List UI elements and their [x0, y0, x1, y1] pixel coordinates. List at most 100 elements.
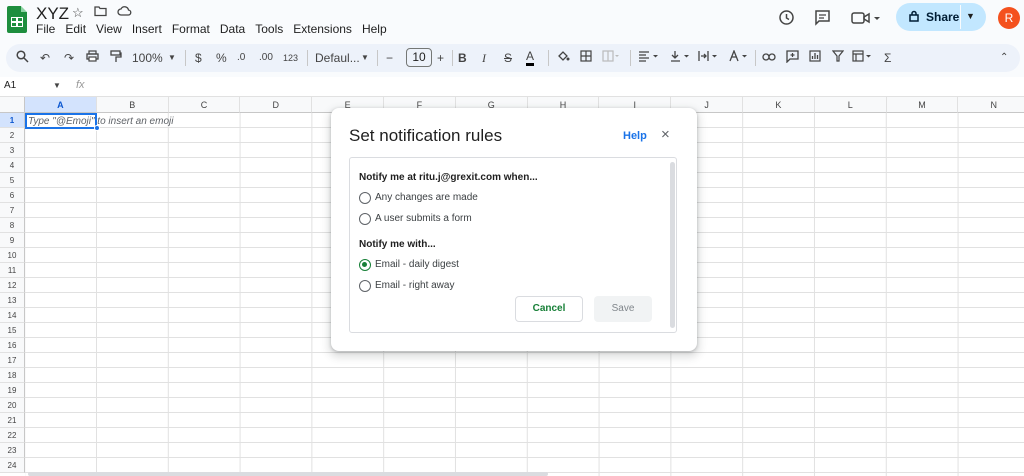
italic-button[interactable]: I	[482, 50, 486, 66]
column-header-l[interactable]: L	[814, 97, 887, 113]
radio-daily-digest[interactable]	[359, 259, 371, 271]
text-color-button[interactable]: A	[526, 50, 535, 66]
menu-help[interactable]: Help	[362, 22, 393, 36]
move-folder-icon[interactable]	[94, 5, 107, 21]
menu-insert[interactable]: Insert	[132, 22, 168, 36]
strikethrough-button[interactable]: S	[504, 50, 512, 66]
document-title[interactable]: XYZ	[36, 4, 69, 24]
vertical-align-icon[interactable]	[670, 50, 692, 66]
horizontal-scrollbar[interactable]	[28, 472, 548, 476]
font-size-increase-button[interactable]: +	[437, 50, 444, 66]
search-menus-icon[interactable]	[16, 50, 29, 66]
column-header-c[interactable]: C	[168, 97, 241, 113]
menu-edit[interactable]: Edit	[65, 22, 92, 36]
row-header-16[interactable]: 16	[0, 338, 25, 353]
row-header-12[interactable]: 12	[0, 278, 25, 293]
row-header-5[interactable]: 5	[0, 173, 25, 188]
row-header-14[interactable]: 14	[0, 308, 25, 323]
cancel-button[interactable]: Cancel	[515, 296, 583, 322]
share-button[interactable]: Share ▼	[896, 3, 986, 31]
select-all-corner[interactable]	[0, 97, 25, 113]
row-header-18[interactable]: 18	[0, 368, 25, 383]
menu-file[interactable]: File	[36, 22, 61, 36]
version-history-icon[interactable]	[777, 9, 795, 27]
fill-color-icon[interactable]	[556, 50, 570, 66]
row-header-22[interactable]: 22	[0, 428, 25, 443]
percent-format-button[interactable]: %	[216, 50, 227, 66]
row-header-1[interactable]: 1	[0, 113, 25, 128]
text-wrapping-icon[interactable]	[698, 50, 720, 66]
paint-format-icon[interactable]	[110, 50, 122, 66]
insert-comment-icon[interactable]	[786, 50, 799, 66]
save-button[interactable]: Save	[594, 296, 652, 322]
insert-link-icon[interactable]	[762, 50, 776, 66]
column-header-b[interactable]: B	[96, 97, 169, 113]
row-header-4[interactable]: 4	[0, 158, 25, 173]
number-format-button[interactable]: 123	[283, 50, 298, 66]
row-header-8[interactable]: 8	[0, 218, 25, 233]
cloud-status-icon[interactable]	[117, 5, 132, 21]
row-header-20[interactable]: 20	[0, 398, 25, 413]
star-icon[interactable]: ☆	[72, 5, 84, 21]
row-header-15[interactable]: 15	[0, 323, 25, 338]
column-header-d[interactable]: D	[240, 97, 313, 113]
print-icon[interactable]	[86, 50, 99, 66]
column-header-n[interactable]: N	[958, 97, 1024, 113]
zoom-select[interactable]: 100%	[132, 50, 163, 66]
radio-any-changes[interactable]	[359, 192, 371, 204]
row-header-11[interactable]: 11	[0, 263, 25, 278]
row-header-9[interactable]: 9	[0, 233, 25, 248]
panel-scrollbar[interactable]	[670, 162, 675, 328]
row-header-23[interactable]: 23	[0, 443, 25, 458]
font-size-decrease-button[interactable]: −	[386, 50, 393, 66]
text-rotation-icon[interactable]	[728, 49, 750, 66]
radio-right-away[interactable]	[359, 280, 371, 292]
increase-decimal-button[interactable]: .00	[259, 50, 273, 66]
row-header-3[interactable]: 3	[0, 143, 25, 158]
filter-views-icon[interactable]	[852, 50, 874, 66]
comments-icon[interactable]	[813, 9, 831, 27]
merge-cells-icon[interactable]	[602, 50, 620, 66]
avatar[interactable]: R	[998, 7, 1020, 29]
redo-icon[interactable]: ↷	[64, 50, 74, 66]
functions-button[interactable]: Σ	[884, 50, 891, 66]
sheets-logo-icon[interactable]	[7, 6, 27, 33]
row-header-13[interactable]: 13	[0, 293, 25, 308]
row-header-21[interactable]: 21	[0, 413, 25, 428]
collapse-toolbar-icon[interactable]: ⌃	[1000, 50, 1008, 66]
row-header-24[interactable]: 24	[0, 458, 25, 473]
font-caret-icon[interactable]: ▼	[361, 50, 369, 66]
menu-extensions[interactable]: Extensions	[293, 22, 358, 36]
share-dropdown-icon[interactable]: ▼	[966, 11, 975, 21]
column-header-m[interactable]: M	[886, 97, 959, 113]
currency-format-button[interactable]: $	[195, 50, 202, 66]
column-header-a[interactable]: A	[25, 97, 97, 113]
column-header-k[interactable]: K	[743, 97, 815, 113]
decrease-decimal-button[interactable]: .0	[237, 50, 245, 66]
font-size-input[interactable]: 10	[406, 48, 432, 67]
help-link[interactable]: Help	[623, 130, 647, 142]
menu-tools[interactable]: Tools	[255, 22, 289, 36]
close-icon[interactable]: ×	[661, 126, 670, 144]
radio-form-submit[interactable]	[359, 213, 371, 225]
insert-chart-icon[interactable]	[809, 50, 821, 66]
font-select[interactable]: Defaul...	[315, 50, 360, 66]
undo-icon[interactable]: ↶	[40, 50, 50, 66]
horizontal-align-icon[interactable]	[638, 50, 660, 66]
meet-icon[interactable]	[851, 9, 881, 27]
name-box[interactable]: A1	[4, 80, 16, 91]
row-header-2[interactable]: 2	[0, 128, 25, 143]
bold-button[interactable]: B	[458, 50, 467, 66]
menu-view[interactable]: View	[96, 22, 128, 36]
filter-icon[interactable]	[831, 50, 845, 66]
row-header-19[interactable]: 19	[0, 383, 25, 398]
row-header-7[interactable]: 7	[0, 203, 25, 218]
row-header-10[interactable]: 10	[0, 248, 25, 263]
name-box-caret-icon[interactable]: ▼	[53, 81, 61, 90]
menu-data[interactable]: Data	[220, 22, 251, 36]
row-header-17[interactable]: 17	[0, 353, 25, 368]
borders-icon[interactable]	[580, 50, 592, 66]
menu-format[interactable]: Format	[172, 22, 216, 36]
row-header-6[interactable]: 6	[0, 188, 25, 203]
zoom-caret-icon[interactable]: ▼	[168, 50, 176, 66]
